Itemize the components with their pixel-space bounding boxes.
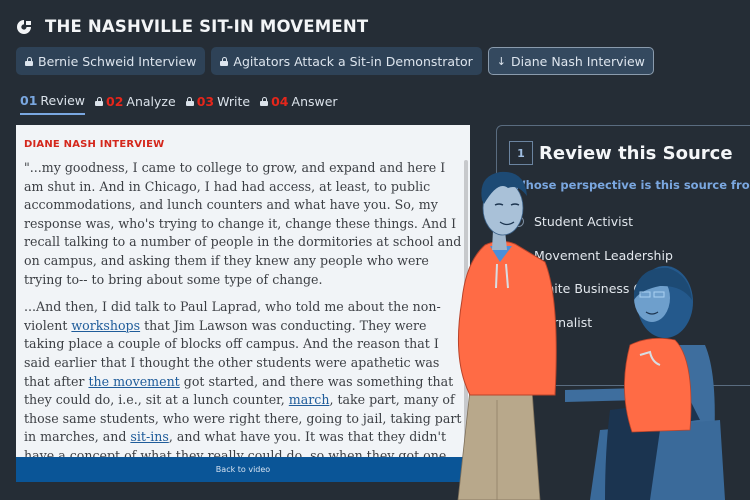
app-header: THE NASHVILLE SIT-IN MOVEMENT bbox=[16, 17, 368, 36]
source-tab-label: Diane Nash Interview bbox=[510, 53, 645, 69]
panel-title: Review this Source bbox=[539, 142, 733, 164]
answer-options: Student Activist Movement Leadership Whi… bbox=[513, 205, 674, 339]
panel-header: 1 Review this Source bbox=[509, 141, 733, 165]
page-title: THE NASHVILLE SIT-IN MOVEMENT bbox=[45, 17, 369, 36]
back-to-video-button[interactable]: Back to video bbox=[16, 457, 470, 482]
link-march[interactable]: march bbox=[289, 392, 330, 407]
source-tab-agitators-attack[interactable]: Agitators Attack a Sit-in Demonstrator bbox=[211, 47, 482, 75]
source-title: DIANE NASH INTERVIEW bbox=[24, 139, 165, 150]
lock-icon bbox=[95, 97, 104, 106]
radio-button[interactable] bbox=[513, 283, 524, 295]
radio-button[interactable] bbox=[513, 249, 524, 261]
lock-icon bbox=[25, 56, 33, 66]
scrollbar[interactable] bbox=[464, 160, 468, 457]
step-label: Answer bbox=[291, 94, 338, 109]
option-student-activist[interactable]: Student Activist bbox=[513, 205, 674, 239]
link-workshops[interactable]: workshops bbox=[71, 318, 140, 333]
option-white-business-owner[interactable]: White Business Owner bbox=[513, 272, 674, 306]
step-number: 03 bbox=[196, 94, 215, 109]
radio-button[interactable] bbox=[513, 216, 524, 228]
option-movement-leadership[interactable]: Movement Leadership bbox=[513, 239, 674, 273]
c-logo-icon[interactable] bbox=[16, 19, 32, 35]
paragraph: ...And then, I did talk to Paul Laprad, … bbox=[24, 298, 462, 482]
arrow-down-icon: ↓ bbox=[496, 54, 506, 68]
lock-icon bbox=[220, 56, 229, 66]
source-reader: DIANE NASH INTERVIEW "...my goodness, I … bbox=[16, 125, 470, 482]
source-tab-label: Bernie Schweid Interview bbox=[38, 53, 197, 69]
option-label: Movement Leadership bbox=[534, 247, 673, 263]
source-text: "...my goodness, I came to college to gr… bbox=[24, 159, 462, 482]
source-tab-label: Agitators Attack a Sit-in Demonstrator bbox=[233, 53, 473, 69]
source-tab-diane-nash[interactable]: ↓ Diane Nash Interview bbox=[487, 47, 654, 75]
step-tab-analyze[interactable]: 02 Analyze bbox=[95, 93, 176, 115]
link-sit-ins[interactable]: sit-ins bbox=[130, 429, 168, 444]
step-label: Write bbox=[217, 94, 251, 109]
option-journalist[interactable]: Journalist bbox=[513, 306, 674, 340]
review-panel: 1 Review this Source Whose perspective i… bbox=[496, 125, 750, 386]
step-tab-write[interactable]: 03 Write bbox=[185, 93, 251, 115]
option-label: Journalist bbox=[534, 314, 593, 330]
step-number-badge: 1 bbox=[509, 141, 533, 165]
option-label: Student Activist bbox=[534, 214, 634, 230]
source-tabs: Bernie Schweid Interview Agitators Attac… bbox=[16, 47, 654, 75]
question-text: Whose perspective is this source from? bbox=[513, 178, 750, 192]
radio-button[interactable] bbox=[513, 316, 524, 328]
option-label: White Business Owner bbox=[534, 281, 675, 297]
source-tab-bernie-schweid[interactable]: Bernie Schweid Interview bbox=[16, 47, 206, 75]
paragraph: "...my goodness, I came to college to gr… bbox=[24, 160, 462, 287]
step-label: Review bbox=[40, 93, 86, 108]
step-number: 02 bbox=[106, 94, 124, 109]
step-tab-answer[interactable]: 04 Answer bbox=[260, 93, 338, 115]
step-label: Analyze bbox=[126, 94, 176, 109]
lock-icon bbox=[260, 97, 269, 106]
step-tab-review[interactable]: 01 Review bbox=[20, 93, 86, 115]
step-number: 01 bbox=[20, 93, 38, 108]
link-the-movement[interactable]: the movement bbox=[88, 374, 179, 389]
step-number: 04 bbox=[271, 94, 289, 109]
lock-icon bbox=[185, 97, 194, 106]
step-tabs: 01 Review 02 Analyze 03 Write 04 Answer bbox=[20, 93, 338, 115]
